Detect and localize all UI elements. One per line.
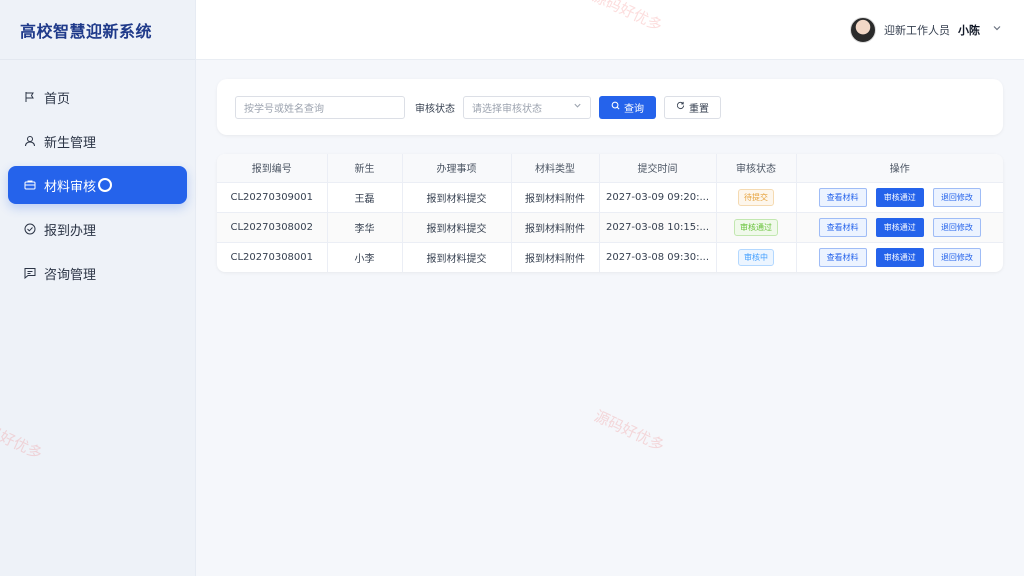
sidebar-item-label: 报到办理 — [44, 223, 97, 239]
cell-actions: 查看材料 审核通过 退回修改 — [796, 212, 1003, 243]
briefcase-icon — [24, 179, 36, 191]
status-badge: 审核通过 — [734, 218, 778, 236]
chevron-down-icon — [573, 101, 582, 113]
status-label: 审核状态 — [415, 103, 455, 115]
cell-name: 李华 — [327, 212, 403, 243]
approve-button[interactable]: 审核通过 — [875, 217, 924, 237]
column-header: 办理事项 — [402, 154, 512, 183]
reset-button[interactable]: 重置 — [664, 95, 721, 119]
sidebar-item-material-review[interactable]: 材料审核 — [8, 166, 187, 204]
status-select[interactable]: 请选择审核状态 — [463, 95, 591, 119]
cell-item: 报到材料提交 — [402, 242, 512, 272]
cell-status: 待提交 — [716, 182, 797, 213]
sidebar-item-label: 咨询管理 — [44, 267, 97, 283]
search-placeholder: 按学号或姓名查询 — [244, 103, 324, 115]
column-header: 报到编号 — [217, 154, 328, 183]
table-header-row: 报到编号 新生 办理事项 材料类型 提交时间 审核状态 操作 — [217, 154, 1003, 183]
avatar[interactable] — [850, 16, 876, 43]
cell-type: 报到材料附件 — [511, 242, 600, 272]
column-header: 新生 — [327, 154, 403, 183]
table-row: CL20270308002 李华 报到材料提交 报到材料附件 2027-03-0… — [217, 212, 1003, 243]
cell-id: CL20270309001 — [217, 182, 328, 213]
reset-label: 重置 — [689, 103, 709, 115]
table-row: CL20270309001 王磊 报到材料提交 报到材料附件 2027-03-0… — [217, 182, 1003, 213]
search-icon — [611, 101, 620, 113]
top-header: 迎新工作人员 小陈 — [196, 0, 1024, 60]
chevron-down-icon[interactable] — [992, 23, 1002, 36]
material-table-card: 报到编号 新生 办理事项 材料类型 提交时间 审核状态 操作 CL2027030… — [217, 154, 1003, 272]
return-button[interactable]: 退回修改 — [932, 247, 981, 267]
column-header: 审核状态 — [716, 154, 797, 183]
sidebar-item-checkin[interactable]: 报到办理 — [8, 210, 187, 248]
app-title: 高校智慧迎新系统 — [0, 0, 195, 60]
cell-actions: 查看材料 审核通过 退回修改 — [796, 182, 1003, 213]
cell-name: 小李 — [327, 242, 403, 272]
sidebar-item-label: 首页 — [44, 91, 71, 107]
user-role: 迎新工作人员 — [884, 23, 950, 37]
table-row: CL20270308001 小李 报到材料提交 报到材料附件 2027-03-0… — [217, 242, 1003, 272]
cell-actions: 查看材料 审核通过 退回修改 — [796, 242, 1003, 272]
loading-indicator — [98, 178, 113, 192]
view-material-button[interactable]: 查看材料 — [818, 247, 867, 267]
cell-name: 王磊 — [327, 182, 403, 213]
search-panel: 按学号或姓名查询 审核状态 请选择审核状态 查询 重置 — [217, 79, 1003, 135]
sidebar-nav: 首页 新生管理 材料审核 报到办理 咨询管理 — [0, 60, 195, 292]
sidebar: 高校智慧迎新系统 首页 新生管理 材料审核 报到办理 咨询管理 — [0, 0, 196, 576]
query-label: 查询 — [624, 103, 644, 115]
column-header: 材料类型 — [511, 154, 600, 183]
sidebar-item-label: 材料审核 — [44, 179, 97, 195]
status-badge: 待提交 — [738, 188, 774, 206]
cell-type: 报到材料附件 — [511, 212, 600, 243]
sidebar-item-students[interactable]: 新生管理 — [8, 122, 187, 160]
refresh-icon — [676, 101, 685, 113]
material-table: 报到编号 新生 办理事项 材料类型 提交时间 审核状态 操作 CL2027030… — [217, 154, 1003, 272]
status-placeholder: 请选择审核状态 — [472, 103, 542, 115]
cell-item: 报到材料提交 — [402, 182, 512, 213]
cell-id: CL20270308001 — [217, 242, 328, 272]
sidebar-item-home[interactable]: 首页 — [8, 78, 187, 116]
user-name[interactable]: 小陈 — [958, 22, 980, 38]
column-header: 提交时间 — [599, 154, 717, 183]
cell-status: 审核通过 — [716, 212, 797, 243]
watermark: 源码好优多 — [591, 406, 668, 455]
status-badge: 审核中 — [738, 248, 774, 266]
cell-status: 审核中 — [716, 242, 797, 272]
return-button[interactable]: 退回修改 — [932, 217, 981, 237]
approve-button[interactable]: 审核通过 — [875, 187, 924, 207]
cell-id: CL20270308002 — [217, 212, 328, 243]
user-icon — [24, 135, 36, 147]
cell-time: 2027-03-09 09:20:... — [599, 182, 717, 213]
view-material-button[interactable]: 查看材料 — [818, 217, 867, 237]
message-icon — [24, 267, 36, 279]
query-button[interactable]: 查询 — [599, 95, 656, 119]
cell-time: 2027-03-08 10:15:... — [599, 212, 717, 243]
column-header: 操作 — [796, 154, 1003, 183]
view-material-button[interactable]: 查看材料 — [818, 187, 867, 207]
cell-type: 报到材料附件 — [511, 182, 600, 213]
cell-item: 报到材料提交 — [402, 212, 512, 243]
approve-button[interactable]: 审核通过 — [875, 247, 924, 267]
cell-time: 2027-03-08 09:30:... — [599, 242, 717, 272]
search-input[interactable]: 按学号或姓名查询 — [235, 95, 405, 119]
return-button[interactable]: 退回修改 — [932, 187, 981, 207]
check-circle-icon — [24, 223, 36, 235]
sidebar-item-consult[interactable]: 咨询管理 — [8, 254, 187, 292]
flag-icon — [24, 91, 36, 103]
sidebar-item-label: 新生管理 — [44, 135, 97, 151]
